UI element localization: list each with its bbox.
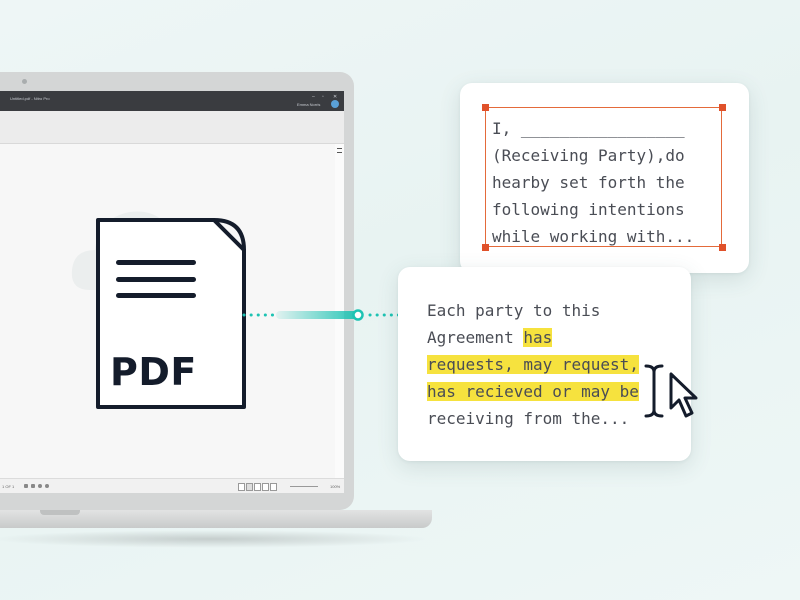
zoom-slider[interactable] bbox=[290, 486, 318, 487]
selection-box[interactable] bbox=[485, 107, 722, 247]
next-page-icon[interactable] bbox=[24, 484, 28, 488]
stop-icon[interactable] bbox=[45, 484, 49, 488]
facing-continuous-view-icon[interactable] bbox=[262, 483, 269, 491]
ribbon-toolbar[interactable] bbox=[0, 111, 344, 144]
status-bar: 1 OF 1 100% bbox=[0, 478, 344, 493]
text-cursor-icon bbox=[644, 364, 698, 418]
fit-view-icon[interactable] bbox=[270, 483, 277, 491]
page-info: 1 OF 1 bbox=[2, 484, 15, 489]
text-line: receiving from the... bbox=[427, 409, 630, 428]
scroll-down-icon[interactable] bbox=[337, 152, 342, 153]
text-line: has recieved or may be bbox=[427, 378, 639, 405]
resize-handle[interactable] bbox=[482, 244, 489, 251]
app-titlebar: Untitled.pdf - Nitro Pro – ▫ ✕ Emma Norr… bbox=[0, 91, 344, 111]
continuous-view-icon[interactable] bbox=[246, 483, 253, 491]
user-name[interactable]: Emma Norris bbox=[297, 102, 320, 107]
resize-handle[interactable] bbox=[719, 244, 726, 251]
text-segment: Agreement bbox=[427, 328, 524, 347]
resize-handle[interactable] bbox=[482, 104, 489, 111]
last-page-icon[interactable] bbox=[31, 484, 35, 488]
text-highlight: has bbox=[523, 328, 553, 347]
window-title: Untitled.pdf - Nitro Pro bbox=[10, 96, 50, 101]
single-page-view-icon[interactable] bbox=[238, 483, 245, 491]
pdf-label: PDF bbox=[110, 350, 197, 394]
minimize-icon[interactable]: – bbox=[312, 94, 315, 100]
laptop-notch bbox=[40, 510, 80, 515]
play-icon[interactable] bbox=[38, 484, 42, 488]
maximize-icon[interactable]: ▫ bbox=[322, 94, 324, 100]
avatar[interactable] bbox=[331, 100, 339, 108]
connector-line bbox=[242, 309, 402, 321]
resize-handle[interactable] bbox=[719, 104, 726, 111]
zoom-level: 100% bbox=[330, 484, 341, 489]
laptop-shadow bbox=[0, 530, 430, 548]
laptop-camera bbox=[22, 79, 27, 84]
text-line: Agreement has bbox=[427, 324, 639, 351]
text-line: requests, may request, bbox=[427, 351, 639, 378]
text-line: Each party to this bbox=[427, 301, 601, 320]
facing-view-icon[interactable] bbox=[254, 483, 261, 491]
text-highlight: requests, may request, bbox=[427, 355, 639, 374]
text-highlight: has recieved or may be bbox=[427, 382, 639, 401]
highlighted-text-block[interactable]: Each party to this Agreement has requests,… bbox=[427, 297, 639, 432]
scroll-up-icon[interactable] bbox=[337, 148, 342, 149]
